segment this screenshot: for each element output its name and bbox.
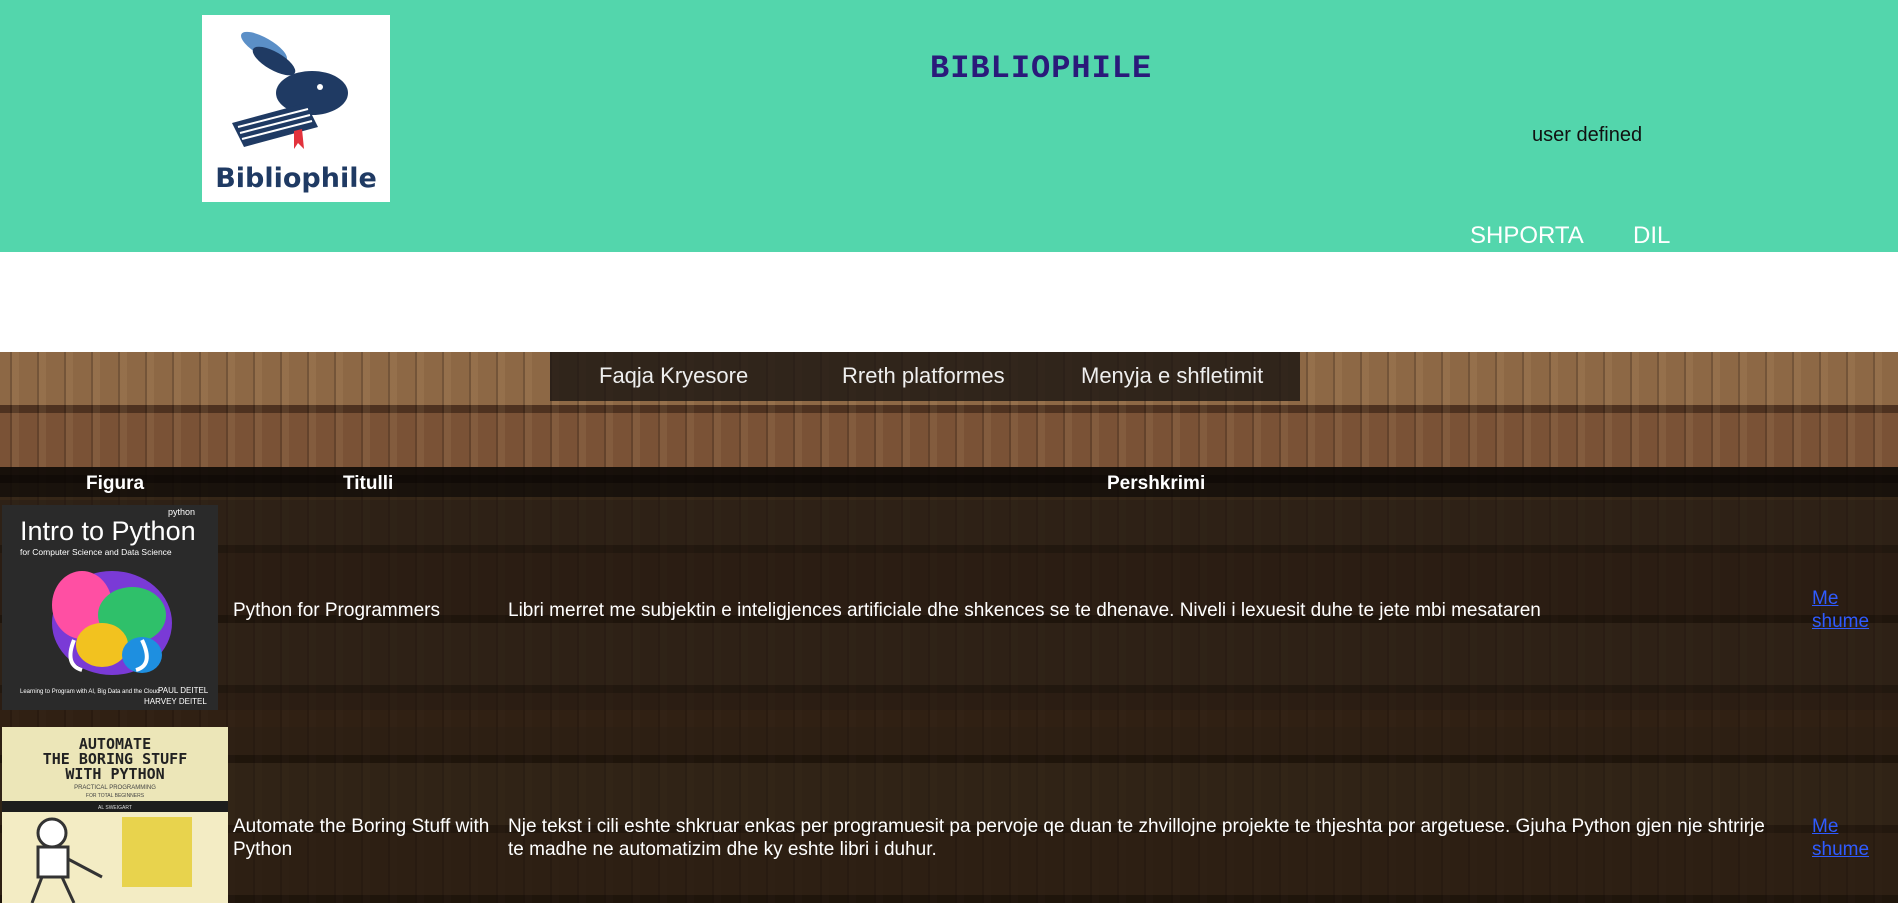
logout-link[interactable]: DIL xyxy=(1633,222,1670,250)
nav-item-browse-menu[interactable]: Menyja e shfletimit xyxy=(1081,363,1263,389)
cover-text: HARVEY DEITEL xyxy=(144,697,207,706)
cover-text: WITH PYTHON xyxy=(65,765,164,783)
cover-text: PAUL DEITEL xyxy=(158,686,209,695)
book-title: Automate the Boring Stuff with Python xyxy=(233,816,490,860)
main-nav: Faqja Kryesore Rreth platformes Menyja e… xyxy=(550,352,1300,401)
column-header-description: Pershkrimi xyxy=(1107,473,1206,494)
cover-text: Intro to Python xyxy=(20,516,196,546)
cover-text: FOR TOTAL BEGINNERS xyxy=(86,793,145,799)
book-description: Nje tekst i cili eshte shkruar enkas per… xyxy=(508,816,1765,860)
cover-text: for Computer Science and Data Science xyxy=(20,547,172,557)
table-row: AUTOMATE THE BORING STUFF WITH PYTHON PR… xyxy=(0,727,1898,903)
bibliophile-logo[interactable]: Bibliophile xyxy=(202,15,390,202)
book-cover-automate-boring-stuff: AUTOMATE THE BORING STUFF WITH PYTHON PR… xyxy=(2,727,228,903)
site-title: BIBLIOPHILE xyxy=(930,50,1153,87)
book-title: Python for Programmers xyxy=(233,600,440,621)
logo-text: Bibliophile xyxy=(215,163,377,194)
more-info-link[interactable]: Me shume xyxy=(1812,815,1882,861)
nav-item-home[interactable]: Faqja Kryesore xyxy=(599,363,748,389)
table-row: python Intro to Python for Computer Scie… xyxy=(0,500,1898,710)
cover-text: PRACTICAL PROGRAMMING xyxy=(74,785,156,791)
nav-item-about[interactable]: Rreth platformes xyxy=(842,363,1005,389)
cart-link[interactable]: SHPORTA xyxy=(1470,222,1584,250)
cover-text: AL SWEIGART xyxy=(98,805,132,811)
user-name-label: user defined xyxy=(1532,124,1643,146)
column-header-title: Titulli xyxy=(343,473,394,494)
column-header-figure: Figura xyxy=(86,473,145,494)
table-header: Figura Titulli Pershkrimi xyxy=(0,467,1898,497)
book-cover-python-for-programmers: python Intro to Python for Computer Scie… xyxy=(2,505,218,710)
book-description: Libri merret me subjektin e inteligjence… xyxy=(508,600,1541,621)
rabbit-book-logo-icon: Bibliophile xyxy=(215,31,377,194)
site-header: Bibliophile BIBLIOPHILE user defined SHP… xyxy=(0,0,1898,252)
library-background: Faqja Kryesore Rreth platformes Menyja e… xyxy=(0,352,1898,903)
cover-text: Learning to Program with AI, Big Data an… xyxy=(20,689,159,695)
more-info-link[interactable]: Me shume xyxy=(1812,587,1882,633)
